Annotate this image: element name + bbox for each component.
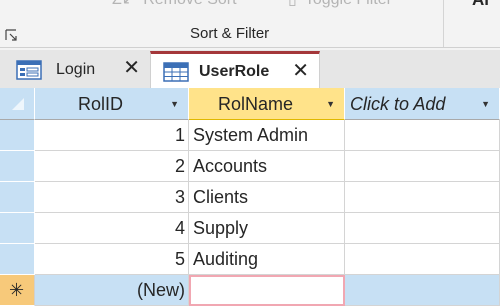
tab-userrole-close-icon[interactable]: ✕ [292,60,309,82]
tab-login[interactable]: Login ✕ [4,51,150,89]
column-dropdown-icon[interactable]: ▼ [326,88,335,120]
sort-filter-group-label: Sort & Filter [190,25,270,42]
click-to-add-cell[interactable] [345,182,500,213]
ribbon-border [0,47,500,48]
remove-sort-label: Remove Sort [143,0,236,8]
record-selector[interactable] [0,120,35,151]
record-selector[interactable] [0,182,35,213]
rolname-cell[interactable]: Auditing [189,244,345,275]
select-all-corner[interactable] [0,88,35,120]
new-record-selector[interactable]: ✳ [0,275,35,306]
document-tab-bar: Login ✕ UserRole ✕ [0,50,500,89]
click-to-add-cell[interactable] [345,151,500,182]
new-rolid-cell[interactable]: (New) [35,275,189,306]
tab-login-close-icon[interactable]: ✕ [123,57,140,79]
ribbon: Z↙ Remove Sort ▯ Toggle Filter Sort & Filt… [0,0,500,50]
remove-sort-icon: Z↙ [112,0,135,8]
filter-icon: ▯ [288,0,297,8]
table-row: 3 Clients [0,182,500,213]
rolname-cell[interactable]: System Admin [189,120,345,151]
rolname-cell[interactable]: Accounts [189,151,345,182]
record-selector[interactable] [0,244,35,275]
form-icon [16,60,42,80]
table-row: 4 Supply [0,213,500,244]
rolname-cell[interactable]: Clients [189,182,345,213]
rolid-cell[interactable]: 1 [35,120,189,151]
tab-userrole[interactable]: UserRole ✕ [150,51,320,89]
datasheet: RolID ▼ RolName ▼ Click to Add ▼ 1 Syste… [0,88,500,308]
toggle-filter-button[interactable]: ▯ Toggle Filter [288,0,392,10]
tab-login-label: Login [56,61,96,78]
ribbon-cut-label[interactable]: Al [472,0,489,10]
tab-userrole-label: UserRole [199,62,270,80]
new-rolname-cell[interactable] [189,275,345,306]
column-dropdown-icon[interactable]: ▼ [170,88,179,120]
rolid-cell[interactable]: 2 [35,151,189,182]
rolname-cell[interactable]: Supply [189,213,345,244]
ribbon-separator [443,0,444,47]
column-label-rolid: RolID [77,94,123,114]
click-to-add-cell[interactable] [345,244,500,275]
new-click-to-add-cell[interactable] [345,275,500,306]
column-header-rolname[interactable]: RolName ▼ [189,88,345,120]
table-row: 5 Auditing [0,244,500,275]
select-all-icon [12,98,24,110]
column-dropdown-icon[interactable]: ▼ [481,88,490,120]
table-row: 2 Accounts [0,151,500,182]
new-record-row: ✳ (New) [0,275,500,306]
column-label-click-to-add: Click to Add [350,94,446,114]
rolid-cell[interactable]: 5 [35,244,189,275]
toggle-filter-label: Toggle Filter [305,0,392,8]
record-selector[interactable] [0,213,35,244]
record-selector[interactable] [0,151,35,182]
column-header-rolid[interactable]: RolID ▼ [35,88,189,120]
table-row: 1 System Admin [0,120,500,151]
table-icon [163,61,189,82]
rolid-cell[interactable]: 4 [35,213,189,244]
dialog-launcher-icon[interactable] [5,29,17,41]
click-to-add-cell[interactable] [345,120,500,151]
rolid-cell[interactable]: 3 [35,182,189,213]
new-record-icon: ✳ [9,280,25,300]
click-to-add-cell[interactable] [345,213,500,244]
column-header-click-to-add[interactable]: Click to Add ▼ [345,88,500,120]
column-label-rolname: RolName [217,94,294,114]
remove-sort-button[interactable]: Z↙ Remove Sort [112,0,237,10]
